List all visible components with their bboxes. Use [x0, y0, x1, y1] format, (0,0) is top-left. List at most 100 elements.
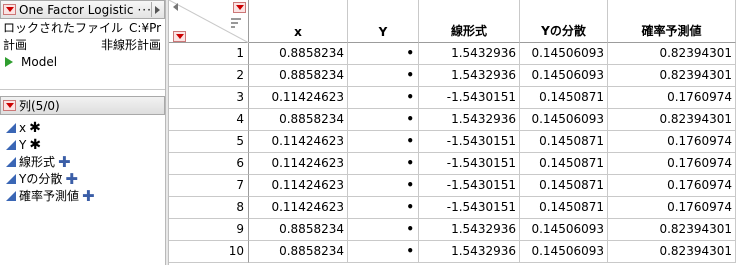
column-item-variance[interactable]: Yの分散 ✚	[0, 170, 165, 187]
cell-linear[interactable]: -1.5430151	[419, 197, 520, 219]
notes-label: 計画	[3, 38, 28, 52]
collapse-panel-icon[interactable]	[173, 3, 178, 11]
cell-x[interactable]: 0.8858234	[249, 43, 348, 65]
expand-panel-icon[interactable]	[151, 2, 163, 17]
cell-y[interactable]: •	[348, 43, 419, 65]
cell-linear[interactable]: 1.5432936	[419, 109, 520, 131]
table-row[interactable]: 7 0.11424623 • -1.5430151 0.1450871 0.1760974	[169, 175, 736, 197]
cell-variance[interactable]: 0.14506093	[520, 241, 608, 263]
table-row[interactable]: 3 0.11424623 • -1.5430151 0.1450871 0.1760974	[169, 87, 736, 109]
cell-variance[interactable]: 0.14506093	[520, 109, 608, 131]
cell-x[interactable]: 0.11424623	[249, 131, 348, 153]
column-item-linear[interactable]: 線形式 ✚	[0, 153, 165, 170]
cell-y[interactable]: •	[348, 131, 419, 153]
cell-linear[interactable]: -1.5430151	[419, 131, 520, 153]
cell-linear[interactable]: 1.5432936	[419, 219, 520, 241]
row-number[interactable]: 8	[169, 197, 249, 219]
cell-variance[interactable]: 0.1450871	[520, 175, 608, 197]
cell-prob[interactable]: 0.1760974	[608, 175, 736, 197]
cell-y[interactable]: •	[348, 241, 419, 263]
columns-title: 列(5/0)	[19, 99, 60, 113]
row-number[interactable]: 9	[169, 219, 249, 241]
formula-plus-icon[interactable]: ✚	[58, 154, 71, 169]
notes-row[interactable]: 計画 非線形計画	[0, 36, 165, 53]
cell-x[interactable]: 0.8858234	[249, 241, 348, 263]
cell-prob[interactable]: 0.1760974	[608, 197, 736, 219]
cell-x[interactable]: 0.8858234	[249, 219, 348, 241]
cell-prob[interactable]: 0.82394301	[608, 241, 736, 263]
cell-variance[interactable]: 0.1450871	[520, 131, 608, 153]
column-header-y[interactable]: Y	[348, 0, 419, 43]
column-item-prob[interactable]: 確率予測値 ✚	[0, 187, 165, 204]
cell-variance[interactable]: 0.1450871	[520, 153, 608, 175]
columns-panel-header[interactable]: 列(5/0)	[0, 96, 165, 115]
column-header-variance[interactable]: Yの分散	[520, 0, 608, 43]
cell-y[interactable]: •	[348, 175, 419, 197]
grid-corner	[169, 0, 249, 43]
row-number[interactable]: 4	[169, 109, 249, 131]
row-number[interactable]: 1	[169, 43, 249, 65]
cell-variance[interactable]: 0.14506093	[520, 219, 608, 241]
cell-prob[interactable]: 0.82394301	[608, 219, 736, 241]
cell-x[interactable]: 0.8858234	[249, 109, 348, 131]
cell-x[interactable]: 0.11424623	[249, 153, 348, 175]
cell-y[interactable]: •	[348, 197, 419, 219]
row-number[interactable]: 5	[169, 131, 249, 153]
table-panel-header[interactable]: One Factor Logistic ···	[0, 0, 165, 19]
cell-linear[interactable]: 1.5432936	[419, 43, 520, 65]
cell-linear[interactable]: 1.5432936	[419, 241, 520, 263]
table-row[interactable]: 5 0.11424623 • -1.5430151 0.1450871 0.1760974	[169, 131, 736, 153]
cell-y[interactable]: •	[348, 219, 419, 241]
cell-variance[interactable]: 0.14506093	[520, 65, 608, 87]
locked-file-row[interactable]: ロックされたファイル C:¥Pr	[0, 19, 165, 36]
table-panel: One Factor Logistic ··· ロックされたファイル C:¥Pr…	[0, 0, 165, 90]
cell-prob[interactable]: 0.1760974	[608, 131, 736, 153]
column-item-y[interactable]: Y ✱	[0, 136, 165, 153]
cell-y[interactable]: •	[348, 109, 419, 131]
table-row[interactable]: 4 0.8858234 • 1.5432936 0.14506093 0.82394301	[169, 109, 736, 131]
table-menu-icon[interactable]	[3, 4, 16, 15]
cell-linear[interactable]: -1.5430151	[419, 153, 520, 175]
row-number[interactable]: 7	[169, 175, 249, 197]
row-number[interactable]: 10	[169, 241, 249, 263]
row-number[interactable]: 6	[169, 153, 249, 175]
column-header-x[interactable]: x	[249, 0, 348, 43]
row-menu-icon[interactable]	[173, 31, 186, 42]
sort-icon[interactable]	[231, 18, 241, 30]
cell-y[interactable]: •	[348, 153, 419, 175]
row-number[interactable]: 2	[169, 65, 249, 87]
cell-variance[interactable]: 0.14506093	[520, 43, 608, 65]
column-header-prob[interactable]: 確率予測値	[608, 0, 736, 43]
table-row[interactable]: 6 0.11424623 • -1.5430151 0.1450871 0.1760974	[169, 153, 736, 175]
columns-menu-icon[interactable]	[3, 100, 16, 111]
column-item-x[interactable]: x ✱	[0, 119, 165, 136]
cell-x[interactable]: 0.11424623	[249, 175, 348, 197]
column-menu-icon[interactable]	[233, 2, 246, 13]
cell-prob[interactable]: 0.82394301	[608, 65, 736, 87]
table-row[interactable]: 10 0.8858234 • 1.5432936 0.14506093 0.8239430…	[169, 241, 736, 263]
table-row[interactable]: 9 0.8858234 • 1.5432936 0.14506093 0.82394301	[169, 219, 736, 241]
cell-prob[interactable]: 0.1760974	[608, 153, 736, 175]
cell-y[interactable]: •	[348, 65, 419, 87]
row-number[interactable]: 3	[169, 87, 249, 109]
cell-linear[interactable]: -1.5430151	[419, 87, 520, 109]
column-header-linear[interactable]: 線形式	[419, 0, 520, 43]
cell-prob[interactable]: 0.82394301	[608, 109, 736, 131]
cell-x[interactable]: 0.11424623	[249, 87, 348, 109]
table-row[interactable]: 2 0.8858234 • 1.5432936 0.14506093 0.82394301	[169, 65, 736, 87]
cell-linear[interactable]: -1.5430151	[419, 175, 520, 197]
cell-x[interactable]: 0.11424623	[249, 197, 348, 219]
cell-linear[interactable]: 1.5432936	[419, 65, 520, 87]
cell-variance[interactable]: 0.1450871	[520, 87, 608, 109]
cell-y[interactable]: •	[348, 87, 419, 109]
cell-prob[interactable]: 0.1760974	[608, 87, 736, 109]
table-row[interactable]: 1 0.8858234 • 1.5432936 0.14506093 0.82394301	[169, 43, 736, 65]
cell-prob[interactable]: 0.82394301	[608, 43, 736, 65]
table-row[interactable]: 8 0.11424623 • -1.5430151 0.1450871 0.1760974	[169, 197, 736, 219]
formula-plus-icon[interactable]: ✚	[65, 171, 78, 186]
formula-plus-icon[interactable]: ✚	[82, 188, 95, 203]
script-row[interactable]: Model	[0, 53, 165, 70]
run-script-icon[interactable]	[5, 56, 13, 67]
cell-variance[interactable]: 0.1450871	[520, 197, 608, 219]
cell-x[interactable]: 0.8858234	[249, 65, 348, 87]
